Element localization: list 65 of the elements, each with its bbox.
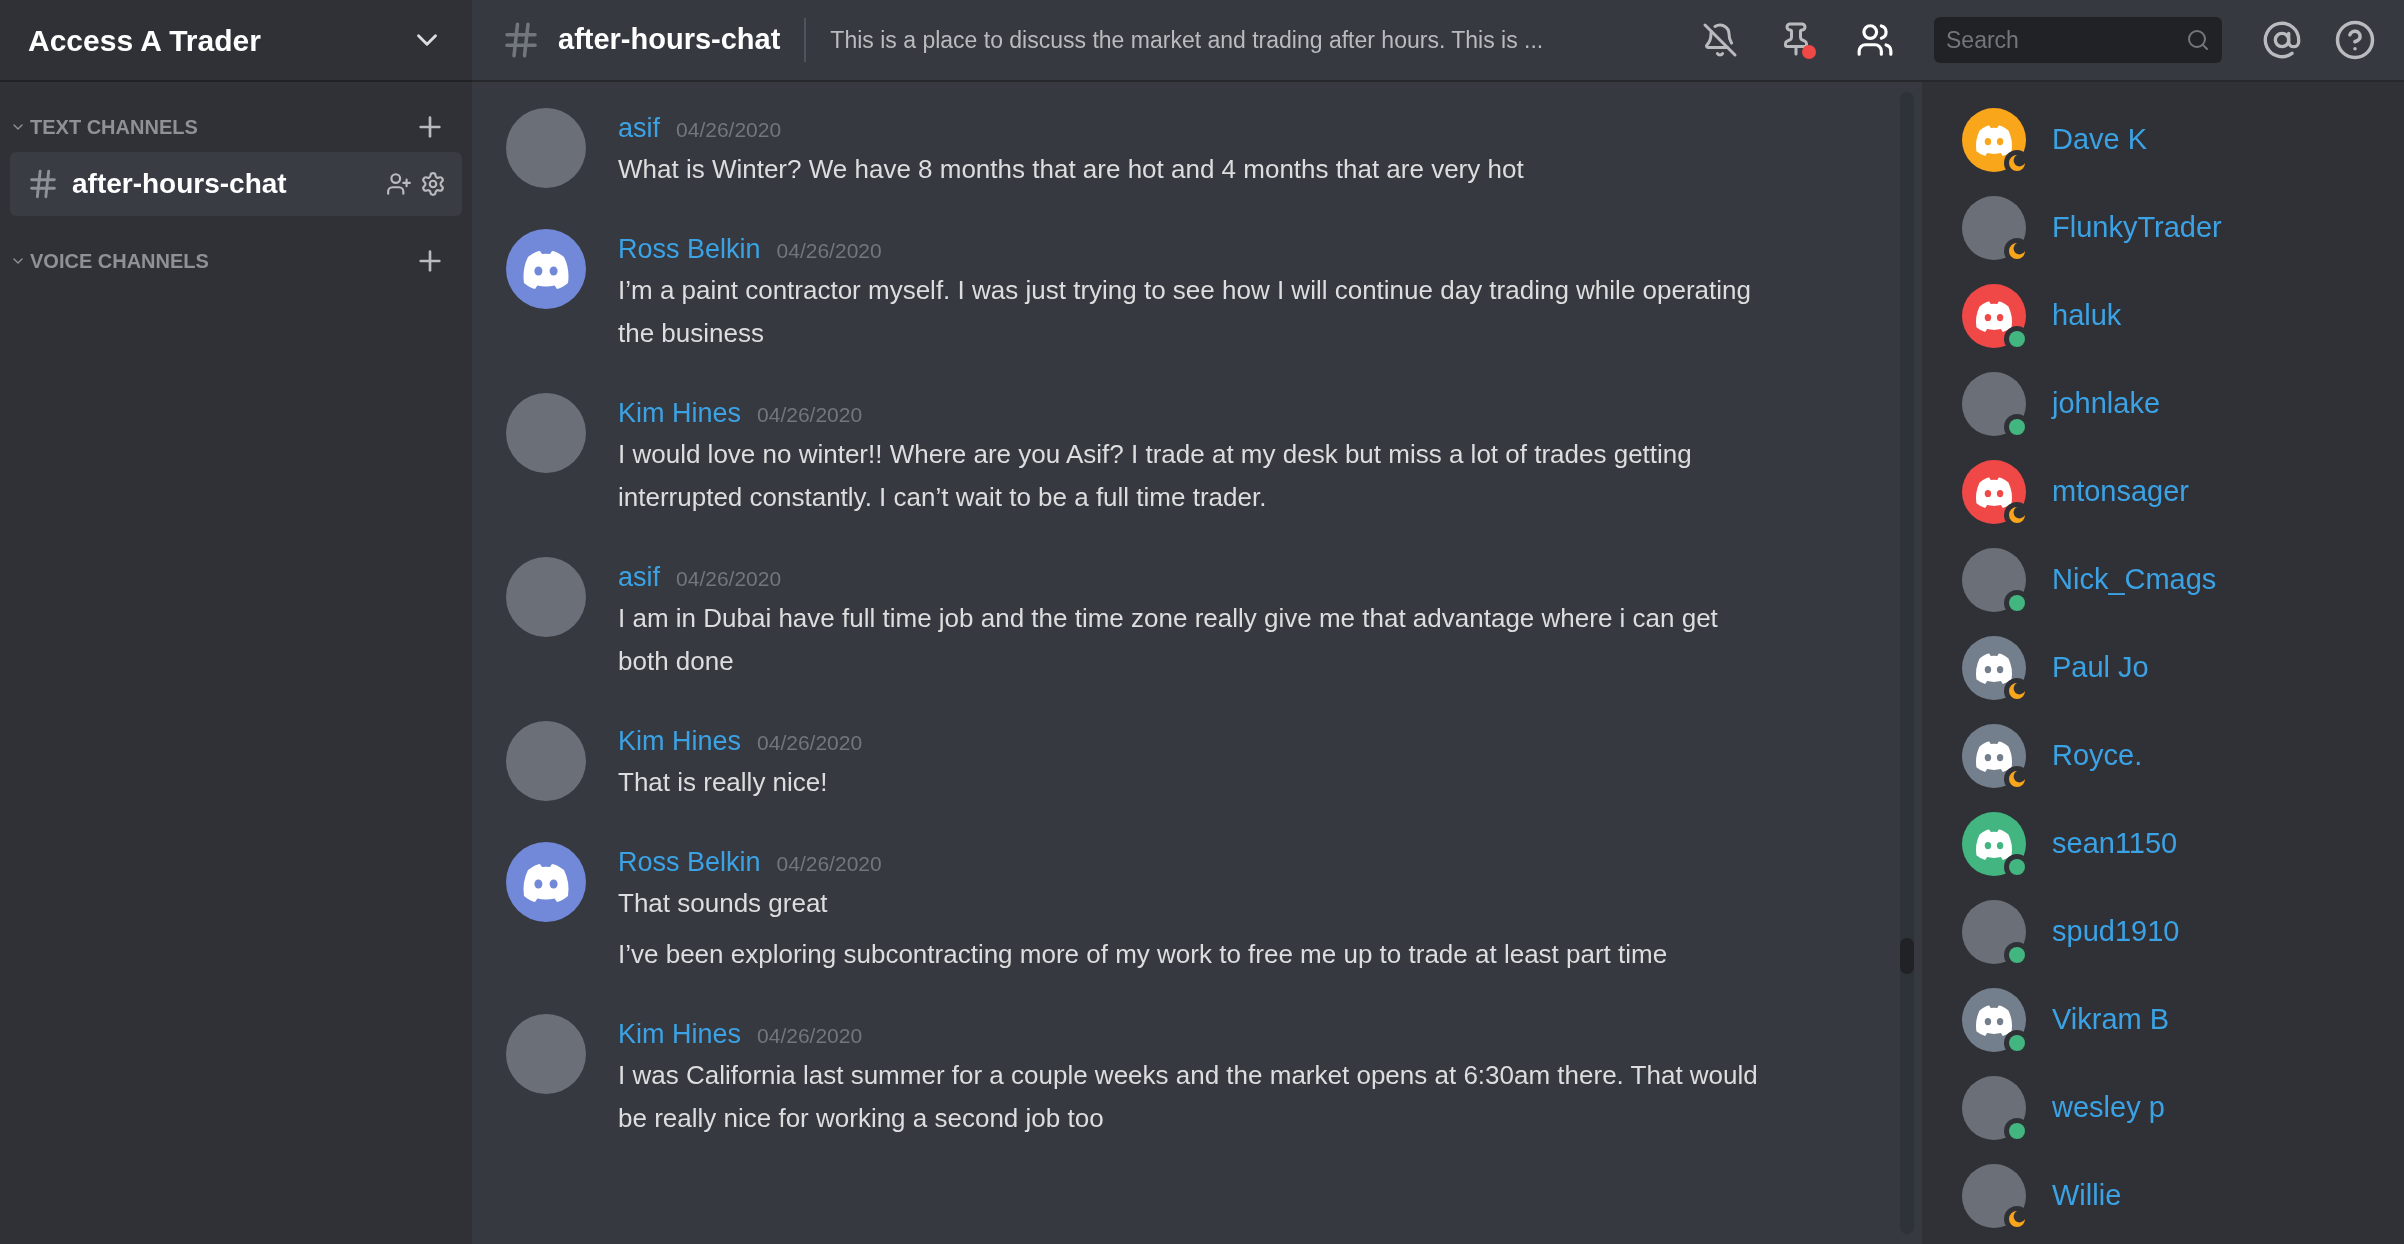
message-date: 04/26/2020 — [776, 238, 882, 264]
message-text: I was California last summer for a couple weeks and the market opens at 6:30am there. That would be really nice for working a second job too — [618, 1059, 1759, 1135]
message-author[interactable]: asif — [618, 108, 661, 149]
member-name: Willie — [2052, 1178, 2122, 1214]
channel-topic: This is a place to discuss the market and trading after hours. This is ... — [830, 25, 1544, 55]
member-name: Royce. — [2052, 738, 2143, 774]
member-name: Nick_Cmags — [2052, 562, 2217, 598]
member-item[interactable]: johnlake — [1962, 360, 2404, 448]
member-item[interactable]: Vikram B — [1962, 976, 2404, 1064]
member-item[interactable]: haluk — [1962, 272, 2404, 360]
server-name: Access A Trader — [28, 22, 261, 59]
message-text: I’m a paint contractor myself. I was just trying to see how I will continue day trading while operating the business — [618, 274, 1752, 350]
member-item[interactable]: Nick_Cmags — [1962, 536, 2404, 624]
member-item[interactable]: mtonsager — [1962, 448, 2404, 536]
message-text: That sounds great — [618, 887, 829, 920]
settings-icon[interactable] — [420, 171, 446, 197]
bell-off-icon[interactable] — [1702, 22, 1738, 58]
server-header[interactable]: Access A Trader — [0, 0, 472, 82]
member-name: johnlake — [2052, 386, 2161, 422]
member-name: Paul Jo — [2052, 650, 2149, 686]
members-icon[interactable] — [1856, 21, 1894, 59]
help-icon[interactable] — [2334, 19, 2376, 61]
message-date: 04/26/2020 — [757, 730, 863, 756]
channel-name: after-hours-chat — [72, 167, 288, 201]
message-date: 04/26/2020 — [757, 402, 863, 428]
member-name: FlunkyTrader — [2052, 210, 2222, 246]
scrollbar[interactable] — [1900, 92, 1914, 1234]
member-name: wesley p — [2052, 1090, 2165, 1126]
invite-icon[interactable] — [386, 171, 412, 197]
channel-item[interactable]: after-hours-chat — [10, 152, 462, 216]
member-item[interactable]: Paul Jo — [1962, 624, 2404, 712]
member-name: haluk — [2052, 298, 2122, 334]
member-item[interactable]: spud1910 — [1962, 888, 2404, 976]
message-author[interactable]: Kim Hines — [618, 393, 742, 434]
message-date: 04/26/2020 — [676, 117, 782, 143]
search-field[interactable]: Search — [1934, 17, 2222, 63]
member-item[interactable]: wesley p — [1962, 1064, 2404, 1152]
channel-title: after-hours-chat — [558, 22, 781, 58]
member-name: Dave K — [2052, 122, 2148, 158]
member-item[interactable]: sean1150 — [1962, 800, 2404, 888]
message-text: I’ve been exploring subcontracting more of my work to free me up to trade at least part time — [618, 938, 1668, 971]
message-author[interactable]: asif — [618, 557, 661, 598]
member-name: mtonsager — [2052, 474, 2189, 510]
member-name: Vikram B — [2052, 1002, 2170, 1038]
message-text: That is really nice! — [618, 766, 829, 799]
message-date: 04/26/2020 — [776, 851, 882, 877]
message-author[interactable]: Ross Belkin — [618, 229, 761, 270]
member-item[interactable]: Dave K — [1962, 96, 2404, 184]
message-date: 04/26/2020 — [676, 566, 782, 592]
member-name: spud1910 — [2052, 914, 2180, 950]
search-icon — [2186, 28, 2210, 52]
member-item[interactable]: Royce. — [1962, 712, 2404, 800]
message-text: I would love no winter!! Where are you Asif? I trade at my desk but miss a lot of trades getting interrupted constantly. I can’t wait to be a full time trader. — [618, 438, 1693, 514]
message-date: 04/26/2020 — [757, 1023, 863, 1049]
message-author[interactable]: Kim Hines — [618, 1014, 742, 1055]
category-label[interactable]: TEXT CHANNELS — [30, 112, 414, 142]
category-label[interactable]: VOICE CHANNELS — [30, 246, 414, 276]
member-item[interactable]: Willie — [1962, 1152, 2404, 1240]
message-text: What is Winter? We have 8 months that are hot and 4 months that are very hot — [618, 153, 1524, 186]
message-text: I am in Dubai have full time job and the time zone really give me that advantage where i can get both done — [618, 602, 1719, 678]
message-author[interactable]: Kim Hines — [618, 721, 742, 762]
message-author[interactable]: Ross Belkin — [618, 842, 761, 883]
member-name: sean1150 — [2052, 826, 2178, 862]
member-item[interactable]: FlunkyTrader — [1962, 184, 2404, 272]
mentions-icon[interactable] — [2262, 20, 2302, 60]
